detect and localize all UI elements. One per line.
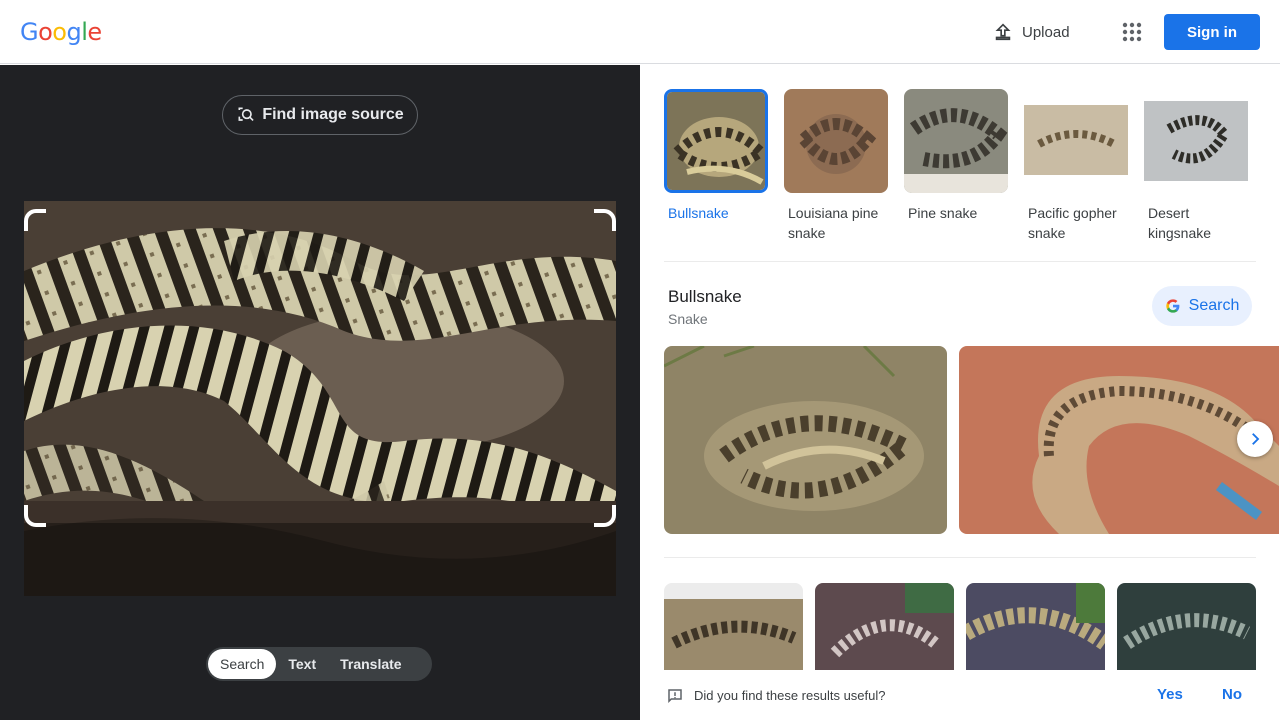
related-image[interactable] [966,583,1105,671]
logo-letter: e [87,18,102,46]
tab-search[interactable]: Search [208,649,277,679]
upload-button[interactable]: Upload [992,20,1070,44]
related-image[interactable] [815,583,954,671]
query-image-panel: Find image source Search Text Translate [0,65,640,720]
match-thumbnail [1144,89,1248,193]
match-card-pine-snake[interactable]: Pine snake [904,89,1008,243]
logo-letter: g [66,18,82,46]
match-thumbnail [1024,89,1128,193]
visual-matches-row: Bullsnake Louisiana pine snake Pine snak… [664,89,1248,243]
entity-image-1[interactable] [664,346,947,534]
feedback-no-button[interactable]: No [1222,686,1242,703]
entity-search-button[interactable]: Search [1152,286,1252,326]
match-card-pacific-gopher-snake[interactable]: Pacific gopher snake [1024,89,1128,243]
top-bar: Google Upload Sign in [0,0,1280,64]
upload-label: Upload [1022,23,1070,41]
feedback-icon [668,689,682,704]
match-label: Desert kingsnake [1148,205,1212,241]
logo-letter: G [20,18,39,46]
match-label: Bullsnake [668,205,729,221]
feedback-question: Did you find these results useful? [694,688,886,703]
divider [664,261,1256,262]
related-image[interactable] [1117,583,1256,671]
results-panel: Bullsnake Louisiana pine snake Pine snak… [640,65,1280,720]
logo-letter: o [38,18,53,46]
feedback-yes-button[interactable]: Yes [1157,686,1183,703]
logo-letter: o [52,18,67,46]
match-card-bullsnake[interactable]: Bullsnake [664,89,768,243]
carousel-next-button[interactable] [1237,421,1273,457]
entity-image-2[interactable] [959,346,1279,534]
find-image-source-button[interactable]: Find image source [222,95,418,135]
find-image-source-label: Find image source [262,106,404,123]
entity-title: Bullsnake [668,287,742,306]
match-label: Pacific gopher snake [1028,205,1117,241]
google-logo[interactable]: Google [20,18,102,46]
crop-outside-shade [24,523,616,596]
match-thumbnail [904,89,1008,193]
google-g-icon [1165,299,1180,313]
match-thumbnail [664,89,768,193]
divider [664,557,1256,558]
apps-grid-icon[interactable] [1120,20,1144,44]
feedback-bar: Did you find these results useful? Yes N… [640,670,1280,720]
chevron-right-icon [1252,433,1260,445]
query-image[interactable] [24,201,616,596]
tab-translate[interactable]: Translate [328,649,413,679]
lens-mode-switcher: Search Text Translate [206,647,432,681]
related-image[interactable] [664,583,803,671]
match-label: Louisiana pine snake [788,205,879,241]
match-card-louisiana-pine-snake[interactable]: Louisiana pine snake [784,89,888,243]
entity-search-label: Search [1188,297,1240,314]
match-label: Pine snake [908,205,978,221]
sign-in-button[interactable]: Sign in [1164,14,1260,50]
upload-icon [995,23,1011,41]
image-search-icon [238,107,254,122]
tab-text[interactable]: Text [276,649,328,679]
related-images-row [664,583,1256,671]
match-thumbnail [784,89,888,193]
crop-handle-bottom-left[interactable] [24,505,46,527]
crop-handle-top-right[interactable] [594,209,616,231]
match-card-desert-kingsnake[interactable]: Desert kingsnake [1144,89,1248,243]
crop-handle-top-left[interactable] [24,209,46,231]
entity-subtitle: Snake [668,311,708,327]
